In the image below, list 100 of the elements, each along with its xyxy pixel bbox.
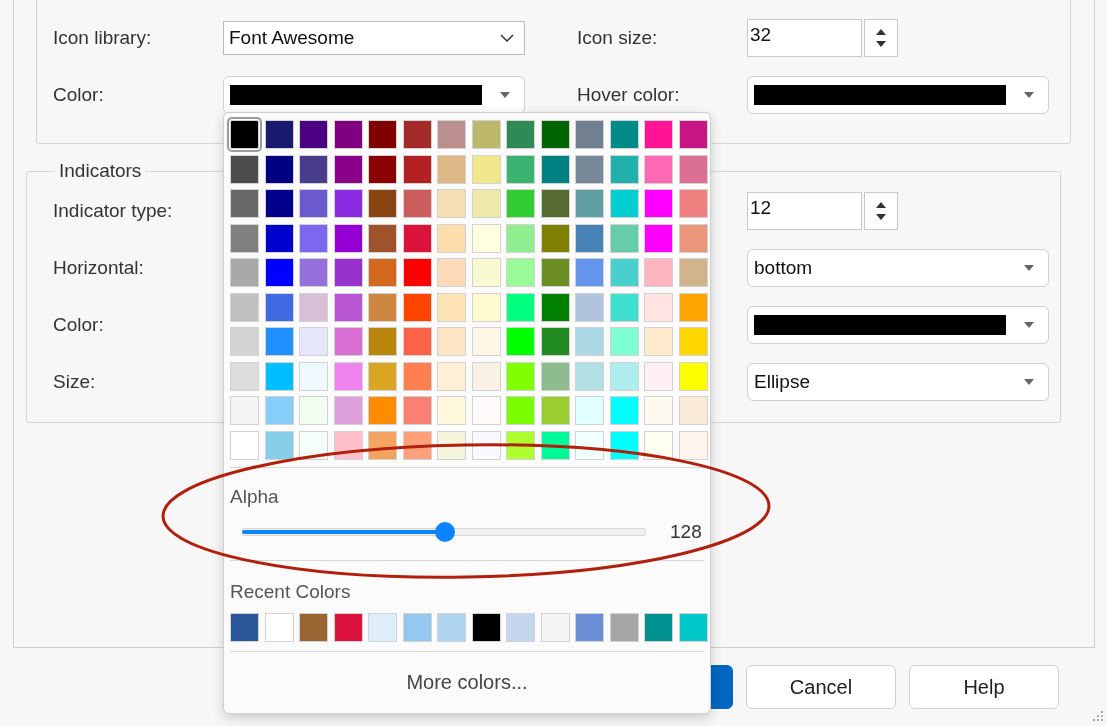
color-swatch[interactable] (368, 292, 397, 322)
color-swatch[interactable] (678, 120, 708, 149)
color-swatch[interactable] (437, 396, 466, 425)
color-swatch[interactable] (506, 396, 535, 425)
color-swatch[interactable] (402, 396, 432, 425)
color-swatch[interactable] (264, 361, 294, 391)
color-swatch[interactable] (402, 361, 432, 391)
color-swatch[interactable] (299, 430, 328, 460)
color-swatch[interactable] (540, 258, 570, 287)
more-colors-button[interactable]: More colors... (230, 651, 704, 713)
color-swatch[interactable] (333, 327, 363, 356)
color-swatch[interactable] (402, 258, 432, 287)
color-swatch[interactable] (644, 361, 673, 391)
recent-color-swatch[interactable] (506, 612, 535, 642)
color-swatch[interactable] (471, 120, 501, 149)
color-swatch[interactable] (333, 120, 363, 149)
color-swatch[interactable] (230, 189, 259, 218)
dialog-button[interactable]: Cancel (746, 665, 896, 709)
color-swatch[interactable] (230, 223, 259, 253)
recent-color-swatch[interactable] (264, 612, 294, 642)
dropdown-field[interactable]: Font Awesome (223, 20, 525, 55)
color-swatch[interactable] (644, 120, 673, 149)
color-swatch[interactable] (678, 292, 708, 322)
color-swatch[interactable] (402, 189, 432, 218)
color-swatch[interactable] (299, 361, 328, 391)
color-swatch[interactable] (575, 292, 604, 322)
color-swatch[interactable] (437, 223, 466, 253)
color-swatch[interactable] (264, 258, 294, 287)
color-swatch[interactable] (264, 292, 294, 322)
spin-buttons[interactable] (864, 191, 898, 230)
color-swatch[interactable] (540, 327, 570, 356)
recent-color-swatch[interactable] (575, 612, 604, 642)
color-swatch[interactable] (540, 430, 570, 460)
color-swatch[interactable] (506, 223, 535, 253)
color-swatch[interactable] (540, 120, 570, 149)
color-swatch[interactable] (678, 327, 708, 356)
spin-buttons[interactable] (864, 18, 898, 57)
color-swatch[interactable] (264, 154, 294, 184)
color-swatch[interactable] (644, 154, 673, 184)
color-swatch[interactable] (402, 120, 432, 149)
color-swatch[interactable] (540, 189, 570, 218)
color-picker-field[interactable] (747, 75, 1049, 114)
color-swatch[interactable] (609, 189, 639, 218)
color-swatch[interactable] (506, 327, 535, 356)
color-swatch[interactable] (575, 189, 604, 218)
color-swatch[interactable] (678, 396, 708, 425)
color-swatch[interactable] (333, 361, 363, 391)
color-swatch[interactable] (644, 292, 673, 322)
recent-color-swatch[interactable] (678, 612, 708, 642)
color-swatch[interactable] (644, 396, 673, 425)
color-swatch[interactable] (368, 154, 397, 184)
color-swatch[interactable] (402, 223, 432, 253)
number-input[interactable]: 12 (747, 191, 862, 230)
alpha-slider-thumb[interactable] (434, 521, 455, 542)
color-swatch[interactable] (609, 292, 639, 322)
color-swatch[interactable] (264, 189, 294, 218)
color-swatch[interactable] (230, 292, 259, 322)
color-swatch[interactable] (540, 154, 570, 184)
dropdown-field[interactable]: Ellipse (747, 362, 1049, 401)
color-swatch[interactable] (299, 396, 328, 425)
color-swatch[interactable] (368, 361, 397, 391)
color-swatch[interactable] (609, 396, 639, 425)
color-swatch[interactable] (230, 154, 259, 184)
color-swatch[interactable] (333, 396, 363, 425)
color-swatch[interactable] (333, 189, 363, 218)
color-swatch[interactable] (575, 120, 604, 149)
color-swatch[interactable] (264, 430, 294, 460)
color-swatch[interactable] (609, 154, 639, 184)
recent-color-swatch[interactable] (368, 612, 397, 642)
color-swatch[interactable] (609, 223, 639, 253)
color-swatch[interactable] (609, 327, 639, 356)
color-swatch[interactable] (575, 223, 604, 253)
color-swatch[interactable] (678, 154, 708, 184)
color-swatch[interactable] (299, 154, 328, 184)
color-swatch[interactable] (437, 327, 466, 356)
color-swatch[interactable] (609, 430, 639, 460)
recent-color-swatch[interactable] (644, 612, 673, 642)
color-swatch[interactable] (540, 292, 570, 322)
recent-color-swatch[interactable] (402, 612, 432, 642)
recent-color-swatch[interactable] (471, 612, 501, 642)
color-swatch[interactable] (575, 361, 604, 391)
color-swatch[interactable] (644, 189, 673, 218)
recent-color-swatch[interactable] (333, 612, 363, 642)
recent-color-swatch[interactable] (437, 612, 466, 642)
color-swatch[interactable] (506, 258, 535, 287)
color-swatch[interactable] (678, 223, 708, 253)
color-swatch[interactable] (299, 120, 328, 149)
color-swatch[interactable] (506, 292, 535, 322)
color-swatch[interactable] (264, 327, 294, 356)
color-swatch[interactable] (437, 189, 466, 218)
color-swatch[interactable] (678, 258, 708, 287)
color-swatch[interactable] (299, 327, 328, 356)
color-swatch[interactable] (678, 430, 708, 460)
color-swatch[interactable] (471, 258, 501, 287)
dialog-button[interactable]: Help (909, 665, 1059, 709)
color-swatch[interactable] (471, 292, 501, 322)
recent-color-swatch[interactable] (299, 612, 328, 642)
color-swatch[interactable] (230, 430, 259, 460)
color-swatch[interactable] (644, 430, 673, 460)
alpha-slider-track[interactable] (242, 521, 646, 542)
